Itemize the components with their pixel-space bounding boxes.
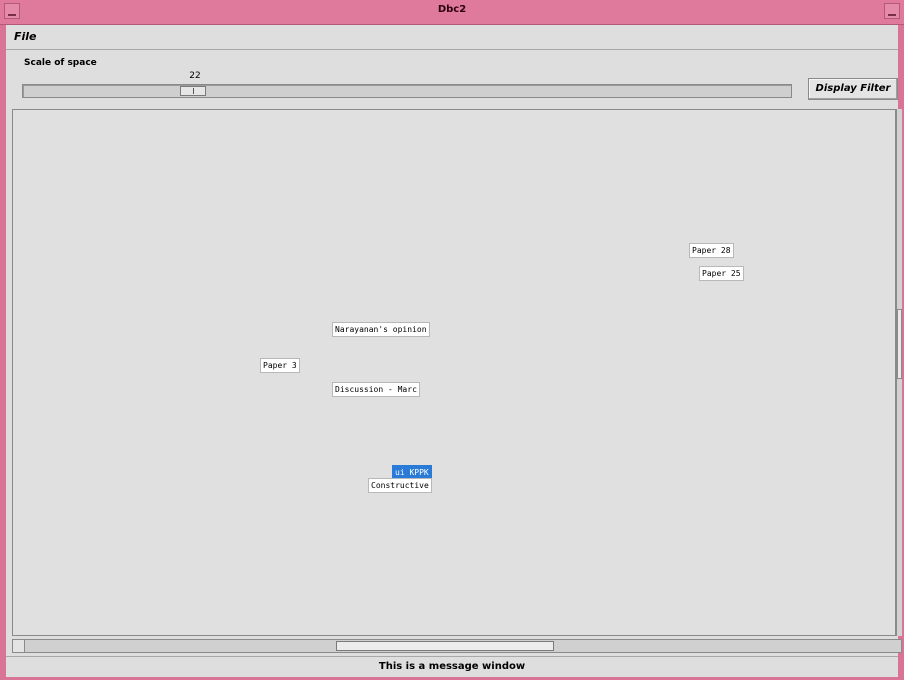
vertical-scroll-thumb[interactable] bbox=[897, 309, 902, 379]
graph-canvas[interactable]: Paper 28 Paper 25 Narayanan's opinion Pa… bbox=[12, 109, 896, 636]
scale-slider[interactable] bbox=[22, 84, 792, 98]
message-window: This is a message window bbox=[6, 656, 898, 677]
node-constructive[interactable]: Constructive bbox=[368, 478, 432, 493]
node-narayanans-opinion[interactable]: Narayanan's opinion bbox=[332, 322, 430, 337]
menu-bar: File bbox=[6, 25, 898, 50]
title-bar[interactable]: Dbc2 bbox=[0, 0, 904, 25]
scroll-left-icon[interactable] bbox=[13, 640, 25, 652]
horizontal-scrollbar[interactable] bbox=[12, 639, 902, 653]
slider-handle[interactable] bbox=[180, 86, 206, 96]
node-discussion-marc[interactable]: Discussion - Marc bbox=[332, 382, 420, 397]
scale-label: Scale of space bbox=[24, 58, 97, 68]
menu-file[interactable]: File bbox=[14, 30, 37, 43]
display-filter-button[interactable]: Display Filter bbox=[808, 78, 898, 100]
scale-value: 22 bbox=[189, 71, 201, 81]
window-title: Dbc2 bbox=[437, 4, 467, 15]
horizontal-scroll-thumb[interactable] bbox=[336, 641, 554, 651]
node-paper-28[interactable]: Paper 28 bbox=[689, 243, 734, 258]
node-paper-3[interactable]: Paper 3 bbox=[260, 358, 300, 373]
maximize-icon[interactable] bbox=[884, 3, 900, 19]
node-paper-25[interactable]: Paper 25 bbox=[699, 266, 744, 281]
vertical-scrollbar[interactable] bbox=[896, 109, 902, 636]
